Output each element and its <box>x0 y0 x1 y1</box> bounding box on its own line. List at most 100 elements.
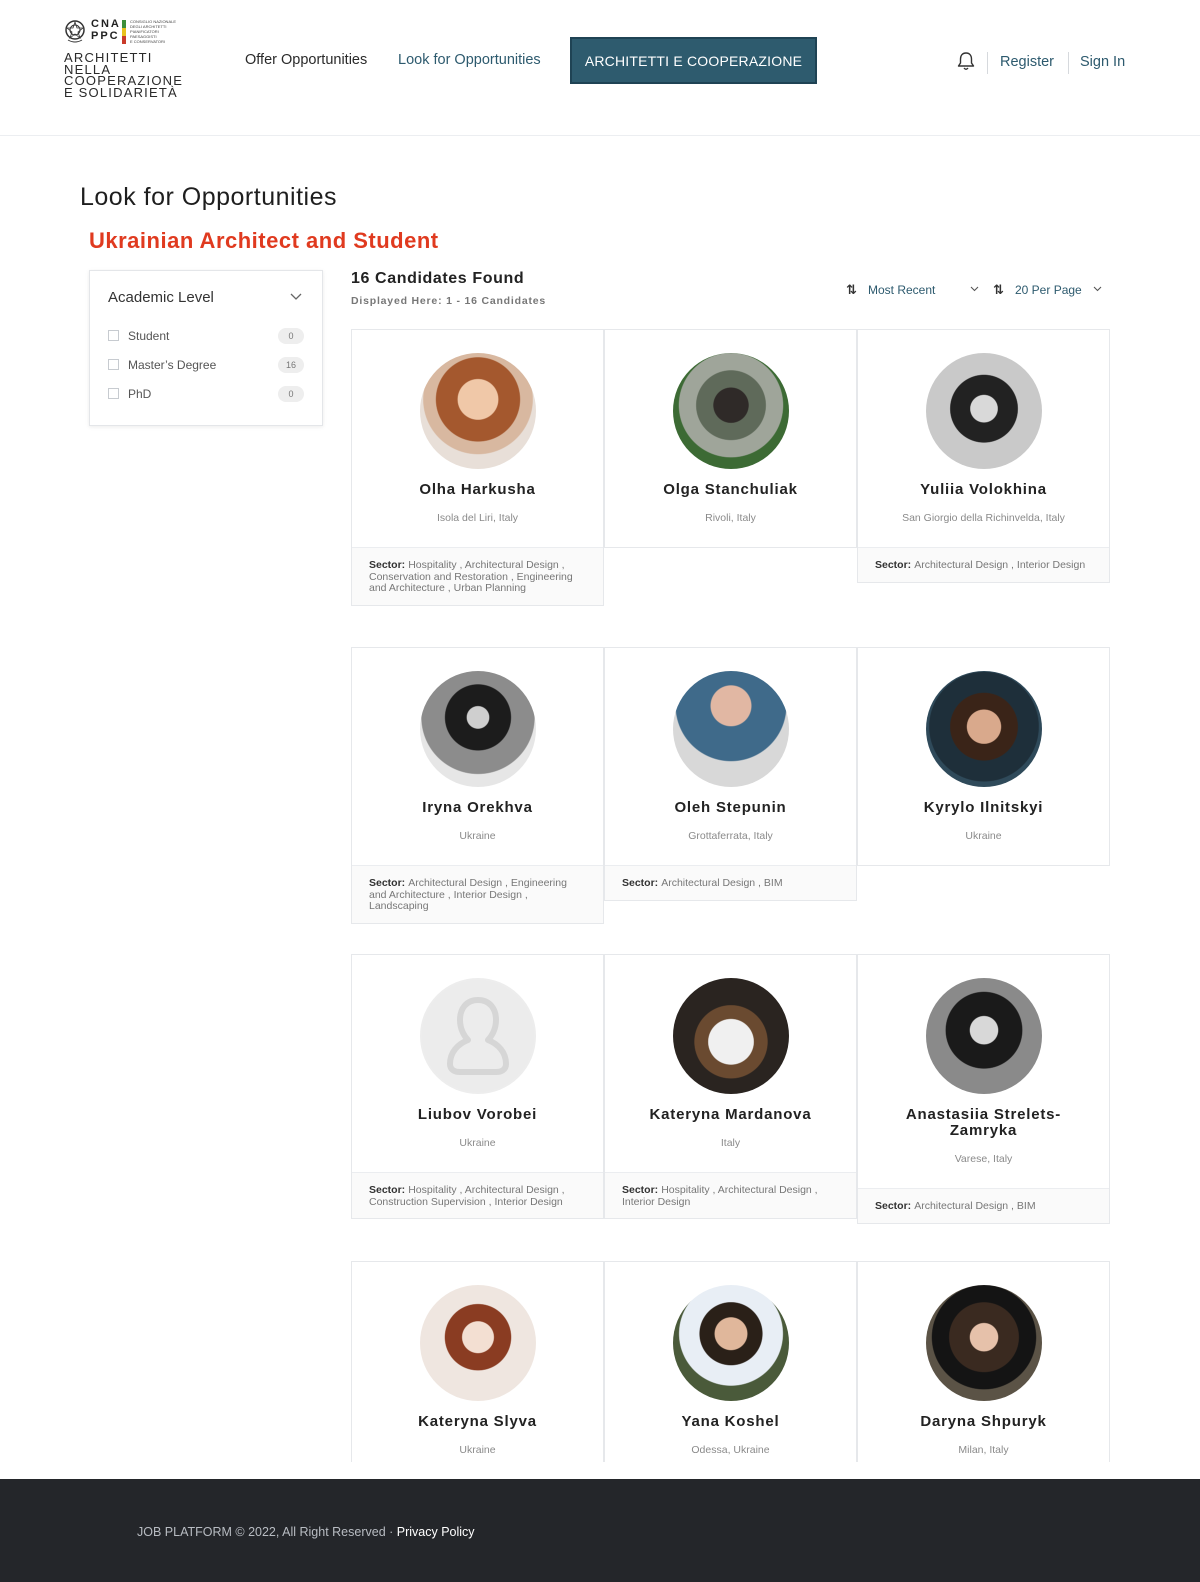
checkbox-icon[interactable] <box>108 388 119 399</box>
candidate-sector: Sector: Hospitality , Architectural Desig… <box>605 1172 856 1218</box>
candidate-card[interactable]: Daryna Shpuryk Milan, Italy <box>857 1261 1110 1462</box>
register-link[interactable]: Register <box>1000 54 1054 70</box>
avatar-placeholder-icon <box>420 978 536 1094</box>
candidate-location: Ukraine <box>459 1137 496 1149</box>
sort-icon: ⇅ <box>846 282 857 297</box>
candidate-location: Italy <box>720 1137 741 1149</box>
candidate-sector: Sector: Architectural Design , Engineerin… <box>352 865 603 923</box>
filter-option-label: Student <box>128 329 170 343</box>
site-logo[interactable]: CNA PPC CONSIGLIO NAZIONALE DEGLI ARCHITE… <box>64 18 194 108</box>
footer-copyright: JOB PLATFORM © 2022, All Right Reserved … <box>137 1525 475 1539</box>
candidate-name[interactable]: Kateryna Mardanova <box>605 1107 856 1123</box>
candidate-name[interactable]: Liubov Vorobei <box>352 1107 603 1123</box>
candidate-card[interactable]: Olga Stanchuliak Rivoli, Italy <box>604 329 857 548</box>
candidate-name[interactable]: Daryna Shpuryk <box>858 1414 1109 1430</box>
candidate-name[interactable]: Kyrylo Ilnitskyi <box>858 800 1109 816</box>
chevron-down-icon <box>1093 286 1102 292</box>
per-page-value: 20 Per Page <box>1015 283 1082 297</box>
checkbox-icon[interactable] <box>108 359 119 370</box>
site-header: CNA PPC CONSIGLIO NAZIONALE DEGLI ARCHITE… <box>0 0 1200 136</box>
avatar <box>420 1285 536 1401</box>
filter-option-count: 16 <box>278 357 304 373</box>
per-page-select[interactable]: ⇅ 20 Per Page <box>993 282 1103 298</box>
candidate-name[interactable]: Iryna Orekhva <box>352 800 603 816</box>
candidate-card[interactable]: Oleh Stepunin Grottaferrata, Italy Secto… <box>604 647 857 901</box>
filter-option-count: 0 <box>278 386 304 402</box>
filter-option-masters[interactable]: Master’s Degree 16 <box>108 355 304 375</box>
candidate-name[interactable]: Yuliia Volokhina <box>858 482 1109 498</box>
candidate-sector: Sector: Hospitality , Architectural Desig… <box>352 547 603 605</box>
architetti-cooperazione-button[interactable]: ARCHITETTI E COOPERAZIONE <box>570 37 817 84</box>
chevron-down-icon <box>970 286 979 292</box>
filter-option-phd[interactable]: PhD 0 <box>108 384 304 404</box>
avatar <box>420 671 536 787</box>
candidate-sector: Sector: Hospitality , Architectural Desig… <box>352 1172 603 1218</box>
candidate-card[interactable]: Iryna Orekhva Ukraine Sector: Architectur… <box>351 647 604 924</box>
candidate-name[interactable]: Yana Koshel <box>605 1414 856 1430</box>
candidate-location: Ukraine <box>965 830 1002 842</box>
sort-value: Most Recent <box>868 283 936 297</box>
sign-in-link[interactable]: Sign In <box>1080 54 1125 70</box>
nav-offer-opportunities[interactable]: Offer Opportunities <box>245 52 367 68</box>
candidate-card[interactable]: Kateryna Slyva Ukraine <box>351 1261 604 1462</box>
academic-level-filter: Academic Level Student 0 Master’s Degree… <box>89 270 323 426</box>
bell-icon[interactable] <box>955 50 977 72</box>
avatar <box>420 353 536 469</box>
candidate-sector: Sector: Architectural Design , Interior D… <box>858 547 1109 582</box>
candidate-location: Milan, Italy <box>958 1444 1009 1456</box>
candidate-name[interactable]: Olha Harkusha <box>352 482 603 498</box>
privacy-policy-link[interactable]: Privacy Policy <box>397 1525 475 1539</box>
logo-org-name: ARCHITETTI NELLA COOPERAZIONE E SOLIDARI… <box>64 50 184 100</box>
checkbox-icon[interactable] <box>108 330 119 341</box>
site-footer: JOB PLATFORM © 2022, All Right Reserved … <box>0 1479 1200 1582</box>
candidate-card[interactable]: Liubov Vorobei Ukraine Sector: Hospitalit… <box>351 954 604 1219</box>
sort-icon: ⇅ <box>993 282 1004 297</box>
candidate-name[interactable]: Oleh Stepunin <box>605 800 856 816</box>
candidate-sector: Sector: Architectural Design , BIM <box>605 865 856 900</box>
filter-heading[interactable]: Academic Level <box>108 289 214 306</box>
candidate-location: Varese, Italy <box>954 1153 1013 1165</box>
candidate-card[interactable]: Olha Harkusha Isola del Liri, Italy Sect… <box>351 329 604 606</box>
logo-color-bars <box>122 20 126 44</box>
candidate-name[interactable]: Anastasiia Strelets-Zamryka <box>858 1107 1109 1139</box>
nav-divider <box>1068 52 1069 74</box>
nav-look-for-opportunities[interactable]: Look for Opportunities <box>398 52 541 68</box>
candidate-name[interactable]: Olga Stanchuliak <box>605 482 856 498</box>
candidate-card[interactable]: Anastasiia Strelets-Zamryka Varese, Ital… <box>857 954 1110 1224</box>
logo-cna: CNA PPC <box>91 18 121 42</box>
candidates-displayed: Displayed Here: 1 - 16 Candidates <box>351 295 547 307</box>
candidate-location: Odessa, Ukraine <box>691 1444 770 1456</box>
chevron-down-icon[interactable] <box>290 293 302 301</box>
avatar <box>673 353 789 469</box>
candidate-location: San Giorgio della Richinvelda, Italy <box>902 512 1065 524</box>
emblem-icon <box>65 20 85 43</box>
candidate-location: Rivoli, Italy <box>705 512 756 524</box>
candidate-card[interactable]: Yuliia Volokhina San Giorgio della Richi… <box>857 329 1110 583</box>
candidate-name[interactable]: Kateryna Slyva <box>352 1414 603 1430</box>
avatar <box>926 978 1042 1094</box>
candidate-card[interactable]: Kyrylo Ilnitskyi Ukraine <box>857 647 1110 866</box>
filter-option-label: Master’s Degree <box>128 358 217 372</box>
candidates-found: 16 Candidates Found <box>351 270 525 287</box>
sort-select[interactable]: ⇅ Most Recent <box>846 282 981 298</box>
candidate-location: Ukraine <box>459 1444 496 1456</box>
candidate-card[interactable]: Kateryna Mardanova Italy Sector: Hospital… <box>604 954 857 1219</box>
candidate-location: Ukraine <box>459 830 496 842</box>
nav-divider <box>987 52 988 74</box>
avatar <box>673 978 789 1094</box>
avatar <box>673 671 789 787</box>
logo-council-text: CONSIGLIO NAZIONALE DEGLI ARCHITETTI PIA… <box>130 19 177 44</box>
page-subtitle: Ukrainian Architect and Student <box>89 228 439 253</box>
filter-option-student[interactable]: Student 0 <box>108 326 304 346</box>
avatar <box>926 353 1042 469</box>
candidate-sector: Sector: Architectural Design , BIM <box>858 1188 1109 1223</box>
avatar <box>673 1285 789 1401</box>
avatar <box>926 671 1042 787</box>
candidate-card[interactable]: Yana Koshel Odessa, Ukraine <box>604 1261 857 1462</box>
page-title: Look for Opportunities <box>80 183 337 211</box>
candidate-location: Isola del Liri, Italy <box>436 512 519 524</box>
candidate-location: Grottaferrata, Italy <box>688 830 773 842</box>
avatar-placeholder-icon <box>422 980 534 1092</box>
filter-option-count: 0 <box>278 328 304 344</box>
avatar <box>926 1285 1042 1401</box>
